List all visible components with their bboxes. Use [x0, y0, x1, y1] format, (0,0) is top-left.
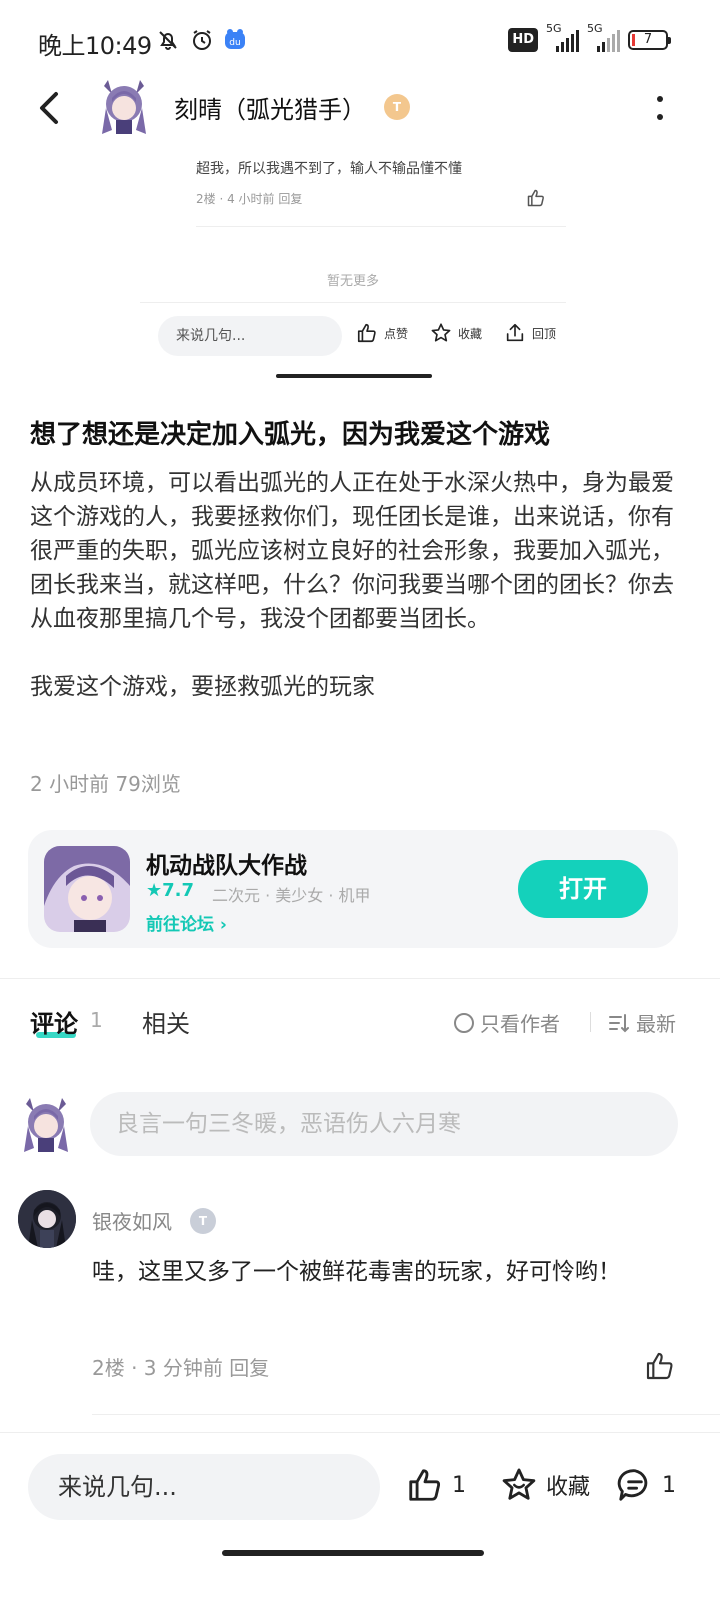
mute-bell-icon — [159, 31, 177, 50]
like-count: 1 — [452, 1472, 466, 1498]
thumbs-up-icon[interactable] — [526, 188, 546, 208]
more-dot-icon — [657, 114, 663, 120]
back-arrow-icon — [40, 92, 58, 124]
status-time: 晚上10:49 — [38, 32, 152, 60]
post-body: 从成员环境，可以看出弧光的人正在处于水深火热中，身为最爱这个游戏的人，我要拯救你… — [30, 466, 678, 704]
commenter-avatar[interactable] — [18, 1190, 76, 1248]
comment-meta: 2楼 · 3 分钟前 回复 — [92, 1356, 270, 1380]
comment-text: 哇，这里又多了一个被鲜花毒害的玩家，好可怜哟！ — [92, 1259, 621, 1285]
back-button[interactable] — [30, 86, 70, 130]
post-title: 想了想还是决定加入弧光，因为我爱这个游戏 — [30, 420, 551, 450]
divider — [0, 978, 720, 979]
author-avatar[interactable] — [98, 78, 150, 136]
game-icon — [44, 846, 130, 932]
alarm-icon — [193, 30, 211, 50]
sort-icon — [609, 1013, 629, 1032]
commenter-name[interactable]: 银夜如风 — [92, 1206, 172, 1235]
home-indicator[interactable] — [222, 1550, 484, 1556]
drag-handle[interactable] — [276, 374, 432, 378]
comment-input[interactable]: 良言一句三冬暖，恶语伤人六月寒 — [90, 1092, 678, 1156]
game-name: 机动战队大作战 — [146, 853, 307, 879]
header: 刻晴（弧光猎手） T — [0, 78, 720, 138]
status-bar: 晚上10:49 du HD 5G 5G 7 — [0, 0, 720, 84]
divider — [590, 1012, 591, 1032]
thumbs-up-icon — [646, 1352, 673, 1380]
game-tags: 二次元 · 美少女 · 机甲 — [212, 886, 371, 905]
radio-circle-icon — [454, 1012, 474, 1033]
comment-like-button[interactable] — [644, 1350, 676, 1382]
post-paragraph: 我爱这个游戏，要拯救弧光的玩家 — [30, 674, 375, 700]
like-button[interactable]: 1 — [406, 1466, 466, 1504]
comment-count-bottom: 1 — [662, 1472, 676, 1498]
only-author-toggle[interactable]: 只看作者 — [454, 1008, 560, 1037]
app-notification-icon: du — [225, 29, 245, 49]
divider — [140, 302, 566, 303]
bottom-comment-input[interactable]: 来说几句... — [28, 1454, 380, 1520]
open-game-button[interactable]: 打开 — [518, 860, 648, 918]
sort-button[interactable]: 最新 — [608, 1008, 676, 1037]
thumbs-up-icon — [409, 1469, 441, 1501]
favorite-label: 收藏 — [546, 1475, 591, 1500]
game-card[interactable]: 机动战队大作战 ★7.7 二次元 · 美少女 · 机甲 前往论坛 › 打开 — [28, 830, 678, 948]
preview-comment-text: 超我，所以我遇不到了，输人不输品懂不懂 — [196, 161, 462, 177]
divider — [92, 1414, 720, 1415]
comments-button[interactable]: 1 — [616, 1466, 676, 1504]
more-dot-icon — [657, 96, 663, 102]
svg-text:du: du — [229, 38, 240, 48]
comment-count: 1 — [90, 1008, 103, 1032]
star-icon — [431, 323, 451, 342]
more-options-button[interactable] — [650, 92, 670, 124]
preview-like-button[interactable]: 点赞 — [356, 322, 408, 344]
comment-bubble-icon — [617, 1469, 648, 1501]
thumbs-up-icon — [357, 323, 376, 343]
forum-link[interactable]: 前往论坛 › — [146, 910, 227, 935]
comment-tabs: 评论 1 相关 只看作者 最新 — [30, 1004, 690, 1044]
game-rating: ★7.7 — [146, 880, 195, 901]
divider — [0, 1432, 720, 1433]
tab-related[interactable]: 相关 — [142, 1004, 190, 1039]
hd-icon: HD — [508, 28, 538, 52]
preview-comment-input[interactable]: 来说几句... — [158, 316, 342, 356]
signal-icon-2: 5G — [587, 22, 620, 52]
battery-icon: 7 — [628, 30, 671, 50]
preview-back-to-top-button[interactable]: 回顶 — [504, 322, 556, 344]
favorite-button[interactable]: 收藏 — [500, 1466, 590, 1504]
page-title: 刻晴（弧光猎手） — [174, 96, 366, 124]
signal-icon: 5G — [546, 22, 579, 52]
post-meta: 2 小时前 79浏览 — [30, 772, 181, 796]
level-badge: T — [190, 1208, 216, 1234]
preview-comment-meta: 2楼 · 4 小时前 回复 — [196, 192, 303, 206]
divider — [196, 226, 566, 227]
level-badge: T — [384, 94, 410, 120]
post-paragraph: 从成员环境，可以看出弧光的人正在处于水深火热中，身为最爱这个游戏的人，我要拯救你… — [30, 470, 674, 632]
preview-favorite-button[interactable]: 收藏 — [430, 322, 482, 344]
star-icon — [502, 1468, 536, 1500]
no-more-text: 暂无更多 — [326, 274, 379, 289]
arrow-up-icon — [506, 323, 524, 342]
tab-comments[interactable]: 评论 — [30, 1004, 78, 1039]
preview-panel: 超我，所以我遇不到了，输人不输品懂不懂 2楼 · 4 小时前 回复 暂无更多 来… — [140, 150, 566, 380]
my-avatar — [20, 1096, 72, 1154]
